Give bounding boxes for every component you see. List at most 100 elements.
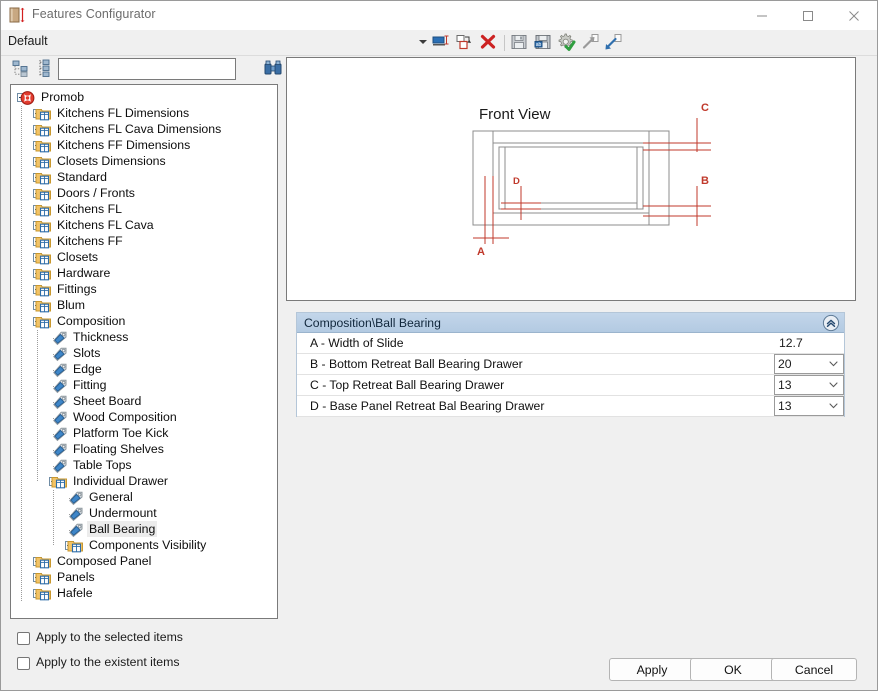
- tree-item-label: Doors / Fronts: [57, 186, 135, 200]
- cancel-button[interactable]: Cancel: [771, 658, 857, 681]
- property-row: C - Top Retreat Ball Bearing Drawer 13: [297, 375, 844, 396]
- tree-item-label: Kitchens FF: [57, 234, 123, 248]
- property-row: B - Bottom Retreat Ball Bearing Drawer 20: [297, 354, 844, 375]
- folder-table-icon: [35, 122, 52, 138]
- folder-table-icon: [51, 474, 68, 490]
- folder-table-icon: [35, 234, 52, 250]
- tag-icon: [51, 442, 68, 458]
- tree-item-label: Kitchens FL: [57, 202, 122, 216]
- folder-table-icon: [35, 586, 52, 602]
- apply-to-selected-items-checkbox[interactable]: [17, 632, 30, 645]
- tag-icon: [67, 522, 84, 538]
- front-view-preview: Front View C B A D: [286, 57, 856, 301]
- tree-item-label: General: [89, 490, 133, 504]
- tree-item-label: Fitting: [73, 378, 107, 392]
- tree-item-label: Components Visibility: [89, 538, 207, 552]
- property-label: A - Width of Slide: [310, 336, 404, 350]
- apply-to-existent-items-checkbox[interactable]: [17, 657, 30, 670]
- import-arrow-icon[interactable]: [603, 32, 625, 54]
- tree-item-label: Closets Dimensions: [57, 154, 166, 168]
- folder-table-icon: [35, 570, 52, 586]
- tree-item-label: Floating Shelves: [73, 442, 164, 456]
- tag-icon: [51, 426, 68, 442]
- export-arrow-icon[interactable]: [580, 32, 602, 54]
- settings-check-icon[interactable]: [556, 32, 578, 54]
- tree-item-label: Hafele: [57, 586, 93, 600]
- tree-item-label: Slots: [73, 346, 101, 360]
- folder-table-icon: [35, 250, 52, 266]
- tree-item-label: Kitchens FL Cava Dimensions: [57, 122, 222, 136]
- search-input[interactable]: [59, 59, 235, 79]
- folder-table-icon: [35, 106, 52, 122]
- folder-table-icon: [35, 554, 52, 570]
- apply-to-existent-items-label: Apply to the existent items: [36, 655, 180, 669]
- property-label: C - Top Retreat Ball Bearing Drawer: [310, 378, 505, 392]
- property-value-combo[interactable]: 13: [774, 396, 844, 416]
- tag-icon: [51, 330, 68, 346]
- save-icon[interactable]: [509, 32, 531, 54]
- folder-table-icon: [35, 138, 52, 154]
- tree-item-label: Sheet Board: [73, 394, 142, 408]
- chevron-down-icon[interactable]: [829, 361, 838, 367]
- minimize-button[interactable]: [739, 1, 785, 30]
- apply-to-selected-items-label: Apply to the selected items: [36, 630, 183, 644]
- features-tree[interactable]: Promob Kitchens FL Dimensions Kitchens FL …: [10, 84, 278, 619]
- folder-table-icon: [35, 202, 52, 218]
- property-label: D - Base Panel Retreat Bal Bearing Drawe…: [310, 399, 545, 413]
- command-bar: Default ab: [1, 30, 877, 56]
- chevron-down-icon[interactable]: [419, 40, 427, 44]
- maximize-button[interactable]: [785, 1, 831, 30]
- chevrons-up-circle-icon[interactable]: [822, 314, 840, 332]
- property-value: 13: [778, 378, 792, 392]
- property-grid-title: Composition\Ball Bearing: [304, 316, 441, 330]
- insert-field-icon[interactable]: [431, 32, 453, 54]
- save-as-icon[interactable]: ab: [533, 32, 555, 54]
- folder-table-icon: [35, 266, 52, 282]
- dimension-label-C: C: [701, 102, 709, 114]
- property-value-combo[interactable]: 13: [774, 375, 844, 395]
- binoculars-find-icon[interactable]: [262, 57, 286, 81]
- property-value-combo[interactable]: 20: [774, 354, 844, 374]
- promob-logo-icon: [19, 90, 36, 106]
- tree-item-label: Ball Bearing: [87, 521, 158, 537]
- duplicate-icon[interactable]: [454, 32, 476, 54]
- tree-item-label: Thickness: [73, 330, 129, 344]
- window-title: Features Configurator: [32, 7, 156, 21]
- property-grid-header: Composition\Ball Bearing: [297, 313, 844, 333]
- delete-red-x-icon[interactable]: [478, 32, 500, 54]
- tag-icon: [51, 346, 68, 362]
- tree-item-label: Kitchens FL Cava: [57, 218, 154, 232]
- close-button[interactable]: [831, 1, 877, 30]
- cabinet-dimension-icon: [9, 6, 27, 24]
- chevron-down-icon[interactable]: [829, 382, 838, 388]
- property-value: 12.7: [779, 336, 803, 350]
- apply-button[interactable]: Apply: [609, 658, 695, 681]
- folder-table-icon: [35, 154, 52, 170]
- folder-table-icon: [35, 314, 52, 330]
- tree-search-box[interactable]: [58, 58, 236, 80]
- folder-table-icon: [35, 170, 52, 186]
- tree-item-label: Undermount: [89, 506, 157, 520]
- tree-item-label: Platform Toe Kick: [73, 426, 169, 440]
- tag-icon: [51, 378, 68, 394]
- tree-item-label: Wood Composition: [73, 410, 177, 424]
- title-bar: Features Configurator: [1, 1, 877, 30]
- front-view-drawing: C B A D: [472, 102, 711, 258]
- tree-toolbar: [10, 57, 282, 83]
- tree-item-label: Fittings: [57, 282, 97, 296]
- expand-all-icon[interactable]: [34, 57, 58, 81]
- tree-item-label: Standard: [57, 170, 107, 184]
- tree-item-label: Promob: [41, 90, 85, 104]
- features-configurator-window: Features Configurator Default ab Promob …: [0, 0, 878, 691]
- tree-item-label: Composed Panel: [57, 554, 152, 568]
- tree-item-label: Kitchens FL Dimensions: [57, 106, 190, 120]
- property-row: A - Width of Slide 12.7: [297, 333, 844, 354]
- tree-item-label: Panels: [57, 570, 95, 584]
- profile-value: Default: [8, 34, 48, 48]
- collapse-all-icon[interactable]: [10, 57, 34, 81]
- ok-button[interactable]: OK: [690, 658, 776, 681]
- property-value-text[interactable]: 12.7: [774, 333, 844, 353]
- property-label: B - Bottom Retreat Ball Bearing Drawer: [310, 357, 523, 371]
- chevron-down-icon[interactable]: [829, 403, 838, 409]
- property-row: D - Base Panel Retreat Bal Bearing Drawe…: [297, 396, 844, 417]
